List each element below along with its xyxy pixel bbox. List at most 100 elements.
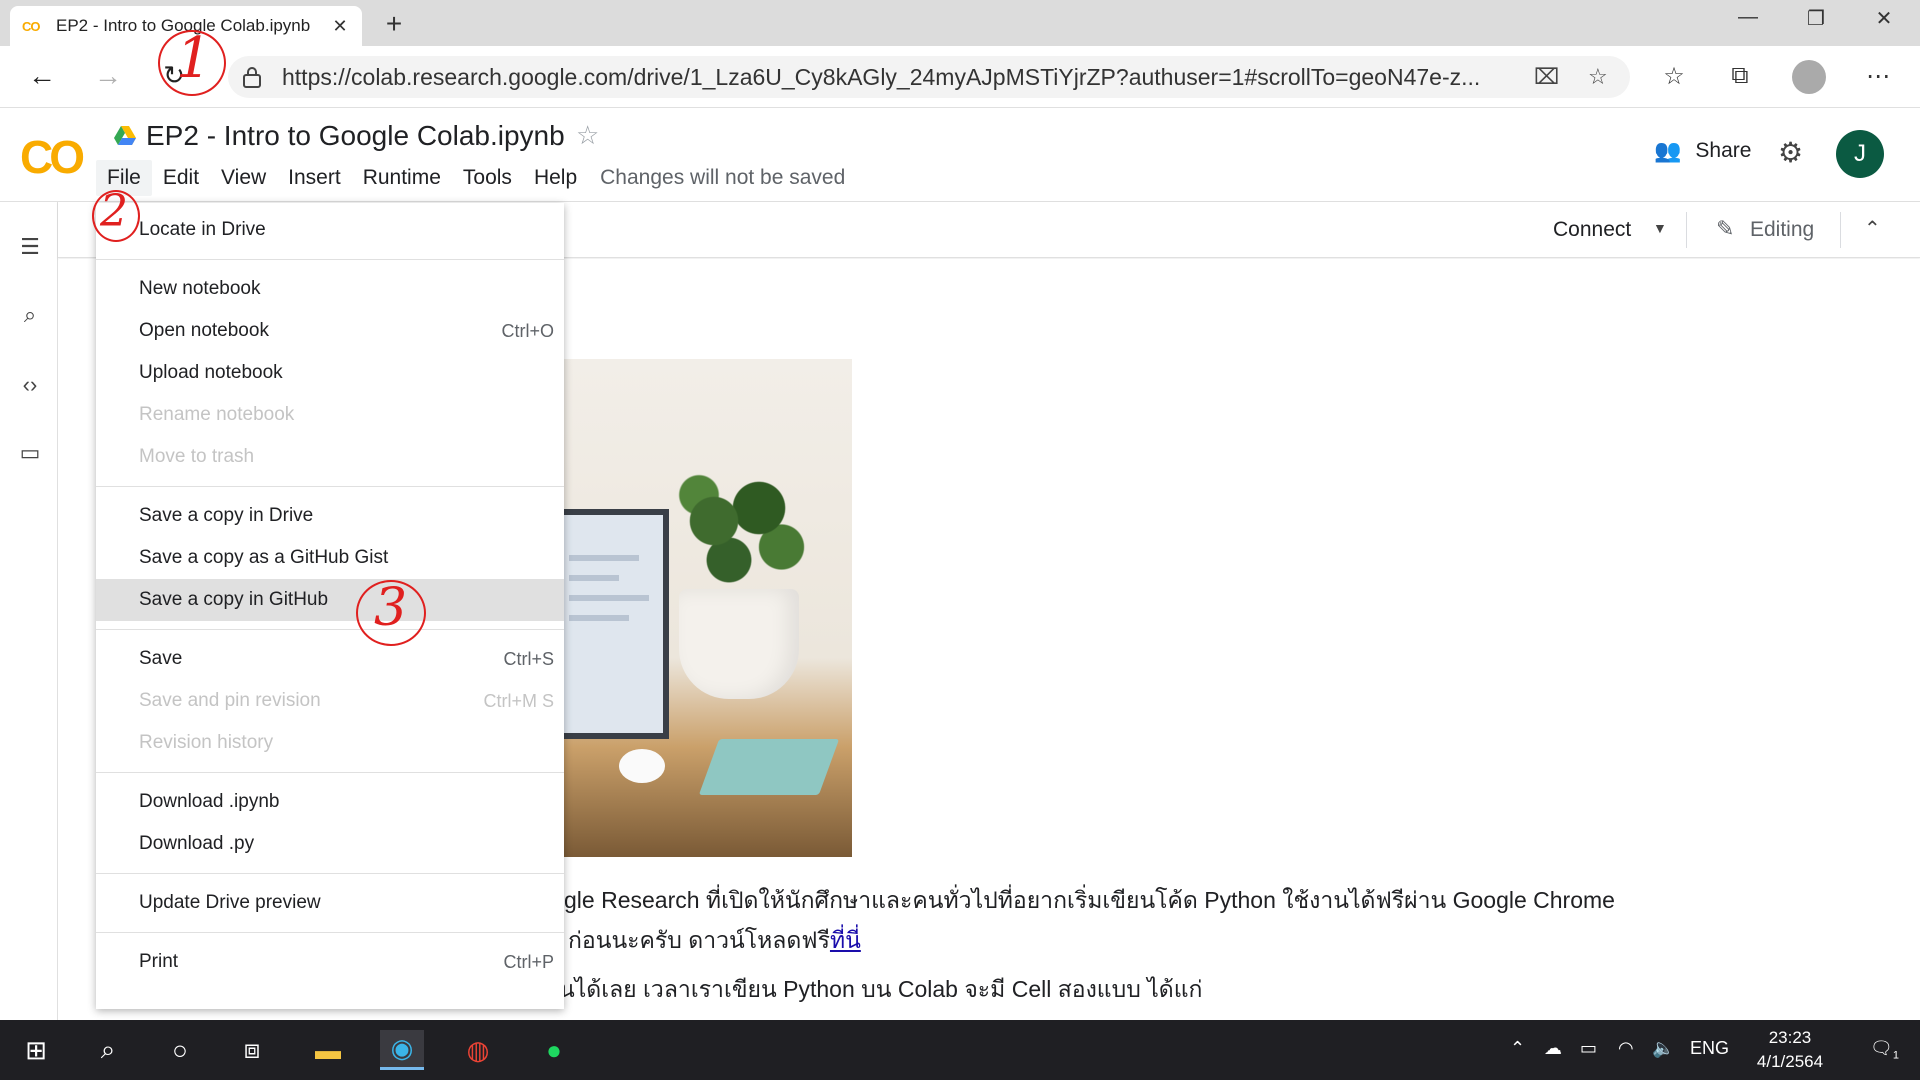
favorites-icon[interactable]: ☆	[1656, 62, 1692, 91]
download-link[interactable]: ที่นี่	[830, 927, 861, 953]
toolbar-divider	[1686, 212, 1687, 248]
menu-save-copy-github-gist[interactable]: Save a copy as a GitHub Gist	[96, 537, 564, 579]
menu-save-copy-in-github[interactable]: Save a copy in GitHub	[96, 579, 564, 621]
content-paragraph-line: gle Research ที่เปิดให้นักศึกษาและคนทั่ว…	[564, 887, 1615, 913]
menu-separator	[96, 772, 564, 773]
read-aloud-icon[interactable]: ⌧	[1534, 64, 1559, 90]
connect-dropdown-icon[interactable]: ▼	[1653, 220, 1667, 236]
chrome-browser-icon[interactable]: ◍	[456, 1030, 500, 1070]
menu-view[interactable]: View	[210, 160, 277, 196]
collapse-header-icon[interactable]: ⌃	[1864, 216, 1881, 241]
clock-time: 23:23	[1768, 1028, 1812, 1047]
favorite-star-icon[interactable]: ☆	[1588, 64, 1608, 90]
laptop-image-part	[559, 509, 669, 739]
collections-icon[interactable]: ⧉	[1722, 62, 1758, 90]
menu-save[interactable]: Save Ctrl+S	[96, 638, 564, 680]
annotation-number-1: 1	[176, 26, 212, 91]
menu-item-label: Revision history	[139, 732, 274, 753]
show-hidden-icons-icon[interactable]: ⌃	[1510, 1038, 1525, 1059]
left-sidebar: ☰ ⌕ ‹› ▭	[0, 202, 58, 1020]
menu-download-ipynb[interactable]: Download .ipynb	[96, 781, 564, 823]
profile-avatar[interactable]	[1792, 60, 1826, 94]
menu-save-copy-in-drive[interactable]: Save a copy in Drive	[96, 495, 564, 537]
more-menu-icon[interactable]: ⋯	[1860, 62, 1896, 91]
restore-icon[interactable]: ❐	[1796, 6, 1836, 31]
menu-item-label: Open notebook	[139, 320, 269, 341]
editing-mode-label[interactable]: Editing	[1750, 218, 1814, 242]
notebook-photo	[559, 359, 852, 857]
minimize-icon[interactable]: —	[1728, 6, 1768, 29]
windows-taskbar: ⊞ ⌕ ○ ⧈ ▬ ◉ ◍ ● ⌃ ☁ ▭ ◠ 🔈 ENG 23:23 4/1/…	[0, 1020, 1920, 1080]
menu-revision-history: Revision history	[96, 722, 564, 764]
file-menu-dropdown: Locate in Drive New notebook Open notebo…	[96, 203, 564, 1009]
menu-print[interactable]: Print Ctrl+P	[96, 941, 564, 983]
address-bar[interactable]: https://colab.research.google.com/drive/…	[228, 56, 1630, 98]
file-explorer-icon[interactable]: ▬	[306, 1030, 350, 1070]
menu-download-py[interactable]: Download .py	[96, 823, 564, 865]
forward-icon[interactable]: →	[88, 60, 128, 92]
shortcut-label: Ctrl+S	[503, 648, 554, 669]
colab-logo[interactable]: CO	[20, 130, 85, 184]
menu-new-notebook[interactable]: New notebook	[96, 268, 564, 310]
windows-start-icon[interactable]: ⊞	[14, 1030, 58, 1070]
menu-locate-in-drive[interactable]: Locate in Drive	[96, 209, 564, 251]
task-view-icon[interactable]: ⧈	[230, 1030, 274, 1070]
system-clock[interactable]: 23:23 4/1/2564	[1740, 1026, 1840, 1074]
onedrive-cloud-icon[interactable]: ☁	[1544, 1038, 1562, 1059]
wifi-icon[interactable]: ◠	[1618, 1038, 1634, 1059]
search-icon[interactable]: ⌕	[86, 1030, 130, 1070]
menu-runtime[interactable]: Runtime	[352, 160, 452, 196]
close-tab-icon[interactable]: ✕	[330, 16, 350, 37]
shortcut-label: Ctrl+P	[503, 951, 554, 972]
clock-date: 4/1/2564	[1756, 1052, 1824, 1071]
spotify-icon[interactable]: ●	[532, 1030, 576, 1070]
table-of-contents-icon[interactable]: ☰	[16, 234, 44, 260]
menu-insert[interactable]: Insert	[277, 160, 352, 196]
menu-item-label: Print	[139, 951, 179, 972]
user-avatar[interactable]: J	[1836, 130, 1884, 178]
code-snippets-icon[interactable]: ‹›	[16, 372, 44, 398]
menu-item-label: Download .py	[139, 833, 255, 854]
menu-rename-notebook: Rename notebook	[96, 394, 564, 436]
browser-tab-strip: CO EP2 - Intro to Google Colab.ipynb ✕ +…	[0, 0, 1920, 46]
search-icon[interactable]: ⌕	[16, 302, 44, 328]
notebook-image-part	[698, 739, 840, 795]
url-text: https://colab.research.google.com/drive/…	[282, 63, 1481, 90]
colab-header: CO EP2 - Intro to Google Colab.ipynb ☆ F…	[0, 108, 1920, 202]
notification-count: 1	[1892, 1049, 1899, 1062]
language-indicator[interactable]: ENG	[1690, 1038, 1729, 1059]
menu-edit[interactable]: Edit	[152, 160, 210, 196]
volume-icon[interactable]: 🔈	[1652, 1038, 1674, 1059]
close-window-icon[interactable]: ✕	[1864, 6, 1904, 31]
shortcut-label: Ctrl+O	[501, 320, 554, 341]
notification-center-icon[interactable]: 🗨1	[1870, 1038, 1899, 1062]
files-folder-icon[interactable]: ▭	[16, 440, 44, 466]
annotation-number-3: 3	[374, 578, 408, 638]
back-icon[interactable]: ←	[22, 60, 62, 92]
settings-gear-icon[interactable]: ⚙	[1778, 136, 1803, 169]
menu-save-and-pin-revision: Save and pin revision Ctrl+M S	[96, 680, 564, 722]
menu-open-notebook[interactable]: Open notebook Ctrl+O	[96, 310, 564, 352]
menu-item-label: Download .ipynb	[139, 791, 280, 812]
menu-separator	[96, 932, 564, 933]
menu-item-label: Save a copy in Drive	[139, 505, 314, 526]
plant-leaves-image-part	[669, 469, 819, 599]
menu-tools[interactable]: Tools	[452, 160, 523, 196]
menu-upload-notebook[interactable]: Upload notebook	[96, 352, 564, 394]
shortcut-label: Ctrl+M S	[483, 690, 554, 711]
star-notebook-icon[interactable]: ☆	[576, 120, 599, 151]
menu-item-label: Update Drive preview	[139, 892, 321, 913]
edge-browser-icon[interactable]: ◉	[380, 1030, 424, 1070]
changes-not-saved-note[interactable]: Changes will not be saved	[600, 166, 845, 190]
address-bar-row: ← → ↻ https://colab.research.google.com/…	[0, 46, 1920, 108]
cortana-icon[interactable]: ○	[158, 1030, 202, 1070]
connect-button[interactable]: Connect	[1553, 218, 1631, 242]
share-button[interactable]: 👥 Share	[1654, 138, 1751, 164]
menu-help[interactable]: Help	[523, 160, 588, 196]
menu-item-label: Save a copy as a GitHub Gist	[139, 547, 389, 568]
battery-icon[interactable]: ▭	[1580, 1038, 1597, 1059]
notebook-title[interactable]: EP2 - Intro to Google Colab.ipynb	[146, 120, 565, 152]
new-tab-icon[interactable]: +	[378, 8, 410, 40]
menu-item-label: Rename notebook	[139, 404, 295, 425]
menu-update-drive-preview[interactable]: Update Drive preview	[96, 882, 564, 924]
